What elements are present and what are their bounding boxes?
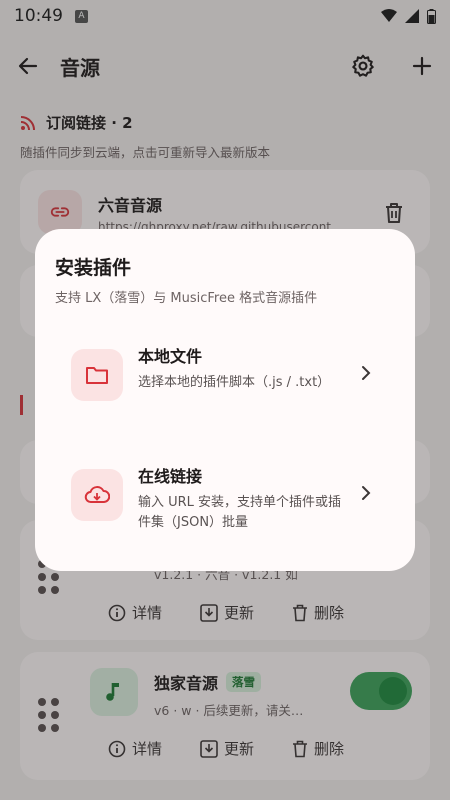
local-file-option[interactable]: 本地文件 选择本地的插件脚本（.js / .txt） (35, 327, 415, 427)
dialog-subtitle: 支持 LX（落雪）与 MusicFree 格式音源插件 (55, 291, 318, 306)
dialog-title: 安装插件 (55, 257, 132, 279)
option-title: 在线链接 (138, 467, 203, 486)
option-title: 本地文件 (138, 347, 203, 366)
option-desc: 输入 URL 安装，支持单个插件或插件集（JSON）批量 (138, 495, 342, 531)
chevron-right-icon (362, 486, 371, 500)
chevron-right-icon (362, 366, 371, 380)
install-plugin-dialog: 安装插件 支持 LX（落雪）与 MusicFree 格式音源插件 本地文件 选择… (35, 229, 415, 571)
option-desc: 选择本地的插件脚本（.js / .txt） (138, 375, 331, 390)
folder-icon (86, 367, 108, 384)
online-link-option[interactable]: 在线链接 输入 URL 安装，支持单个插件或插件集（JSON）批量 (35, 447, 415, 547)
cloud-download-icon-container (71, 469, 123, 521)
cloud-download-icon (84, 486, 110, 503)
folder-icon-container (71, 349, 123, 401)
